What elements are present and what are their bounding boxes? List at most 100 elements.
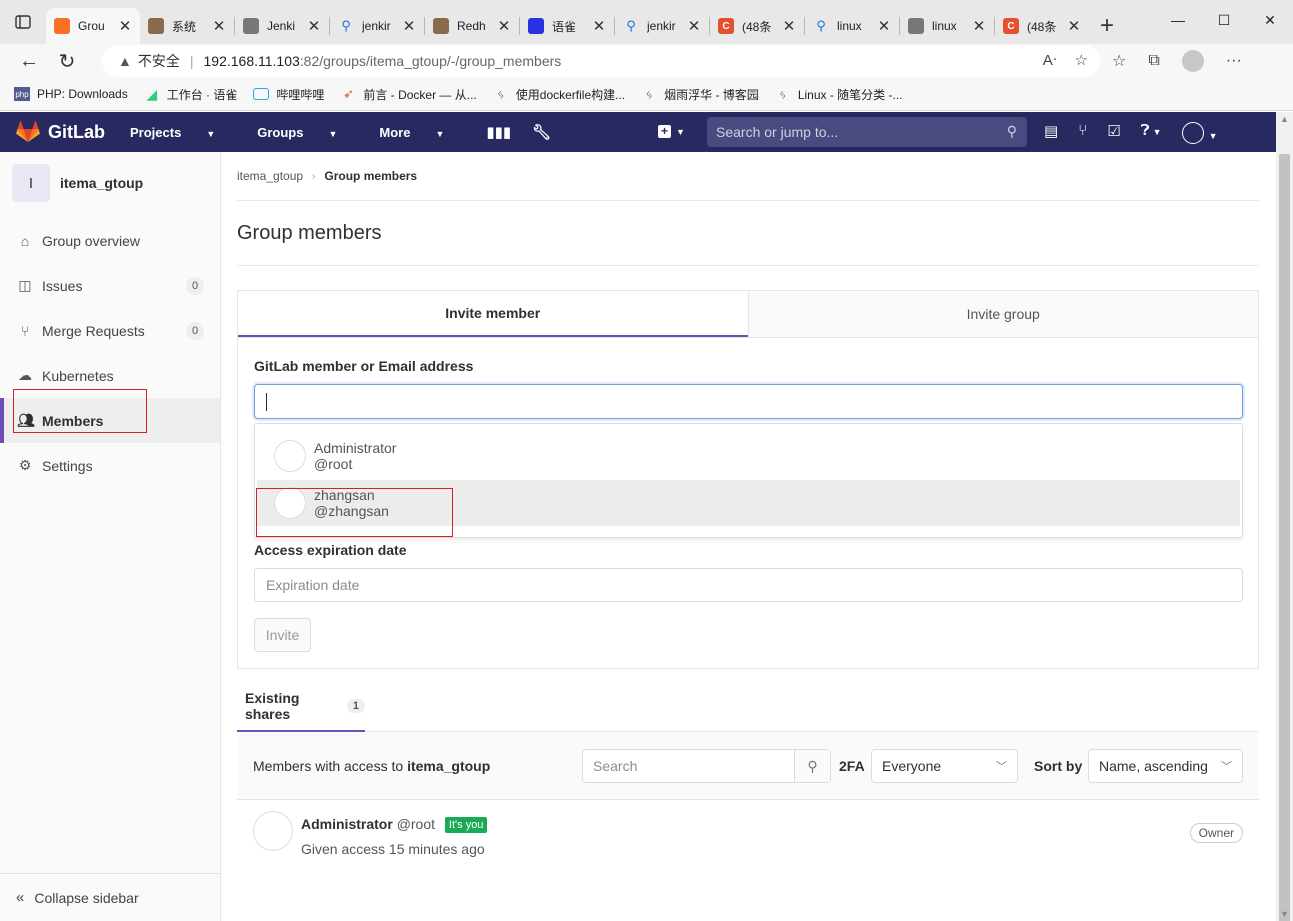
close-icon[interactable]: ✕ bbox=[1067, 17, 1081, 35]
reload-button[interactable]: ↻ bbox=[48, 44, 86, 78]
bookmark-item[interactable]: 哔哩哔哩 bbox=[253, 86, 324, 103]
scroll-down-icon[interactable]: ▼ bbox=[1280, 909, 1289, 919]
page-title: Group members bbox=[237, 201, 1259, 266]
browser-tab[interactable]: ⚲ jenkir ✕ bbox=[615, 8, 709, 44]
member-name[interactable]: Administrator bbox=[301, 816, 393, 832]
maximize-icon[interactable]: ☐ bbox=[1201, 0, 1247, 40]
browser-tab[interactable]: ⚲ jenkir ✕ bbox=[330, 8, 424, 44]
nav-groups[interactable]: Groups ▼ bbox=[257, 125, 358, 140]
annotation-highlight-suggestion bbox=[256, 488, 453, 537]
bookmark-item[interactable]: ◢ 工作台 · 语雀 bbox=[144, 86, 237, 103]
back-button[interactable]: ← bbox=[10, 44, 48, 78]
nav-more[interactable]: More ▼ bbox=[379, 125, 465, 140]
browser-tab[interactable]: Redh ✕ bbox=[425, 8, 519, 44]
members-search-input[interactable]: Search ⚲ bbox=[582, 749, 831, 783]
tab-invite-group[interactable]: Invite group bbox=[747, 291, 1258, 337]
bookmark-item[interactable]: ᛃ 使用dockerfile构建... bbox=[493, 86, 625, 103]
cnblogs-icon: ᛃ bbox=[778, 86, 787, 102]
address-bar[interactable]: ▲ 不安全 | 192.168.11.103:82/groups/itema_g… bbox=[102, 45, 1100, 77]
browser-tab[interactable]: C (48条 ✕ bbox=[710, 8, 804, 44]
member-field-label: GitLab member or Email address bbox=[254, 358, 474, 374]
invite-panel: Invite member Invite group GitLab member… bbox=[237, 290, 1259, 669]
close-window-icon[interactable]: ✕ bbox=[1247, 0, 1293, 40]
favorites-icon[interactable]: ☆ bbox=[1112, 51, 1126, 71]
suggestion-item[interactable]: Administrator @root bbox=[257, 433, 1240, 479]
twofa-select[interactable]: Everyone ﹀ bbox=[871, 749, 1018, 783]
bookmark-item[interactable]: php PHP: Downloads bbox=[14, 87, 128, 101]
browser-tab[interactable]: ⚲ linux ✕ bbox=[805, 8, 899, 44]
close-icon[interactable]: ✕ bbox=[307, 17, 321, 35]
gitlab-favicon-icon bbox=[54, 18, 70, 34]
sidebar-group-context[interactable]: I itema_gtoup bbox=[0, 152, 220, 214]
browser-tab[interactable]: linux ✕ bbox=[900, 8, 994, 44]
close-icon[interactable]: ✕ bbox=[212, 17, 226, 35]
collections-icon[interactable]: ⧉ bbox=[1148, 52, 1159, 70]
search-icon[interactable]: ⚲ bbox=[794, 750, 830, 782]
close-icon[interactable]: ✕ bbox=[402, 17, 416, 35]
browser-tab[interactable]: C (48条 ✕ bbox=[995, 8, 1089, 44]
tanuki-icon bbox=[16, 121, 40, 142]
merge-request-icon[interactable]: ⑂ bbox=[1078, 122, 1087, 148]
browser-tab[interactable]: 系统 ✕ bbox=[140, 8, 234, 44]
close-icon[interactable]: ✕ bbox=[782, 17, 796, 35]
more-menu-icon[interactable]: ··· bbox=[1226, 52, 1242, 70]
window-controls: — ☐ ✕ bbox=[1155, 0, 1293, 40]
search-input[interactable]: Search or jump to... ⚲ bbox=[707, 117, 1027, 147]
tab-actions-icon[interactable] bbox=[0, 0, 46, 44]
issues-count-badge: 0 bbox=[186, 276, 204, 295]
group-sidebar: I itema_gtoup ⌂ Group overview ◫ Issues … bbox=[0, 152, 221, 921]
new-dropdown[interactable]: + ▼ bbox=[658, 123, 685, 138]
browser-tab[interactable]: Jenki ✕ bbox=[235, 8, 329, 44]
bookmark-item[interactable]: ➶ 前言 - Docker — 从... bbox=[340, 86, 477, 103]
double-chevron-left-icon: « bbox=[16, 889, 25, 906]
scrollbar-thumb[interactable] bbox=[1279, 154, 1290, 921]
activity-chart-icon[interactable]: ▮▮▮ bbox=[486, 123, 511, 141]
user-menu[interactable]: ▼ bbox=[1181, 122, 1218, 148]
browser-tab[interactable]: 语雀 ✕ bbox=[520, 8, 614, 44]
chevron-down-icon: ▼ bbox=[328, 128, 338, 139]
gitlab-logo[interactable]: GitLab bbox=[0, 121, 120, 143]
breadcrumb-group-link[interactable]: itema_gtoup bbox=[237, 169, 303, 183]
scroll-up-icon[interactable]: ▲ bbox=[1280, 114, 1289, 124]
bookmark-item[interactable]: ᛃ 烟雨浮华 - 博客园 bbox=[641, 86, 759, 103]
sidebar-item-settings[interactable]: ⚙ Settings bbox=[0, 443, 220, 488]
close-icon[interactable]: ✕ bbox=[877, 17, 891, 35]
add-favorite-icon[interactable]: ☆ bbox=[1075, 51, 1088, 69]
sort-select[interactable]: Name, ascending ﹀ bbox=[1088, 749, 1243, 783]
close-icon[interactable]: ✕ bbox=[497, 17, 511, 35]
twofa-label: 2FA bbox=[839, 758, 865, 774]
tab-favicon-icon bbox=[243, 18, 259, 34]
gitlab-top-nav: Projects ▼ Groups ▼ More ▼ ▮▮▮ 🔧︎ bbox=[130, 123, 572, 141]
invite-button[interactable]: Invite bbox=[254, 618, 311, 652]
collapse-sidebar-button[interactable]: « Collapse sidebar bbox=[0, 873, 220, 921]
breadcrumb-current[interactable]: Group members bbox=[324, 169, 417, 183]
help-icon[interactable]: ❓︎ ▼ bbox=[1141, 122, 1162, 148]
minimize-icon[interactable]: — bbox=[1155, 0, 1201, 40]
sidebar-item-issues[interactable]: ◫ Issues 0 bbox=[0, 263, 220, 308]
new-tab-button[interactable]: + bbox=[1089, 8, 1125, 44]
todo-icon[interactable]: ▤ bbox=[1044, 122, 1058, 148]
member-search-input[interactable] bbox=[254, 384, 1243, 419]
checklist-icon[interactable]: ☑ bbox=[1107, 122, 1120, 148]
tab-invite-member[interactable]: Invite member bbox=[238, 291, 748, 337]
tab-existing-shares[interactable]: Existing shares 1 bbox=[237, 682, 365, 732]
page-scrollbar[interactable]: ▲ ▼ bbox=[1276, 112, 1293, 921]
close-icon[interactable]: ✕ bbox=[118, 17, 132, 35]
its-you-badge: It's you bbox=[444, 817, 488, 833]
nav-projects[interactable]: Projects ▼ bbox=[130, 125, 236, 140]
browser-tab[interactable]: Grou ✕ bbox=[46, 8, 140, 44]
read-aloud-icon[interactable]: Aᐧ bbox=[1043, 51, 1057, 69]
bookmark-item[interactable]: ᛃ Linux - 随笔分类 -... bbox=[775, 86, 903, 103]
sidebar-item-group-overview[interactable]: ⌂ Group overview bbox=[0, 218, 220, 263]
wrench-icon[interactable]: 🔧︎ bbox=[532, 123, 551, 141]
chevron-down-icon: ▼ bbox=[435, 128, 445, 139]
close-icon[interactable]: ✕ bbox=[592, 17, 606, 35]
expiration-field-label: Access expiration date bbox=[254, 542, 407, 558]
close-icon[interactable]: ✕ bbox=[972, 17, 986, 35]
profile-avatar[interactable] bbox=[1181, 50, 1204, 72]
sidebar-item-merge-requests[interactable]: ⑂ Merge Requests 0 bbox=[0, 308, 220, 353]
close-icon[interactable]: ✕ bbox=[687, 17, 701, 35]
expiration-date-input[interactable]: Expiration date bbox=[254, 568, 1243, 602]
baidu-icon bbox=[528, 18, 544, 34]
bookmarks-bar: php PHP: Downloads ◢ 工作台 · 语雀 哔哩哔哩 ➶ 前言 - D… bbox=[0, 78, 1293, 111]
